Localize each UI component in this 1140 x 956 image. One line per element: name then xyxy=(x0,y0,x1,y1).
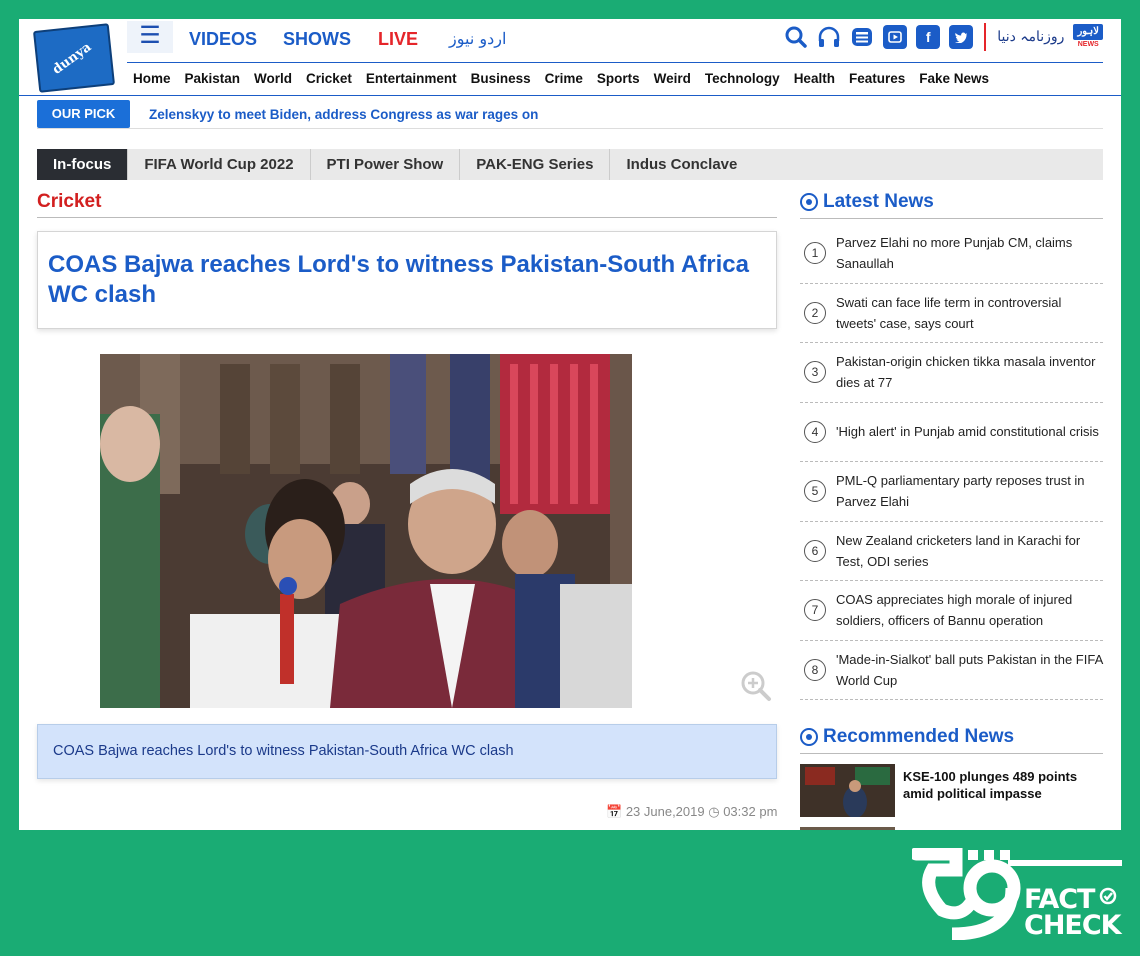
section-title[interactable]: Cricket xyxy=(37,191,101,213)
headphones-icon[interactable] xyxy=(817,25,841,49)
clock-icon: ◷ xyxy=(708,804,720,819)
tab-pti-power-show[interactable]: PTI Power Show xyxy=(311,149,461,180)
item-text: PML-Q parliamentary party reposes trust … xyxy=(836,473,1085,510)
target-icon xyxy=(800,193,818,211)
list-item[interactable]: 5 PML-Q parliamentary party reposes trust… xyxy=(800,462,1103,522)
item-number: 8 xyxy=(804,658,826,681)
nav-features[interactable]: Features xyxy=(849,71,905,86)
recommended-news-heading: Recommended News xyxy=(800,726,1014,748)
recommended-title: KSE-100 plunges 489 points amid politica… xyxy=(903,769,1078,801)
nav-entertainment[interactable]: Entertainment xyxy=(366,71,457,86)
hamburger-icon[interactable]: ☰ xyxy=(127,21,173,53)
item-number: 3 xyxy=(804,361,826,384)
item-number: 7 xyxy=(804,599,826,622)
item-text: Swati can face life term in controversia… xyxy=(836,294,1062,331)
focus-tabs: In-focus FIFA World Cup 2022 PTI Power S… xyxy=(37,149,1103,180)
item-text: Parvez Elahi no more Punjab CM, claims S… xyxy=(836,235,1073,272)
item-number: 5 xyxy=(804,480,826,503)
fact-check-watermark: 69 FACT CHECK xyxy=(909,847,1122,941)
item-number: 2 xyxy=(804,301,826,324)
article-photo[interactable] xyxy=(100,354,632,708)
nav-fake-news[interactable]: Fake News xyxy=(919,71,989,86)
latest-news-list: 1 Parvez Elahi no more Punjab CM, claims … xyxy=(800,224,1103,700)
facebook-icon[interactable]: f xyxy=(916,25,941,49)
newspaper-icon[interactable] xyxy=(850,25,874,49)
search-icon[interactable] xyxy=(784,25,808,49)
list-item[interactable]: 6 New Zealand cricketers land in Karachi … xyxy=(800,522,1103,581)
main-nav: Home Pakistan World Cricket Entertainmen… xyxy=(133,71,989,86)
item-text: Pakistan-origin chicken tikka masala inv… xyxy=(836,354,1096,391)
list-item[interactable]: 4 'High alert' in Punjab amid constitutio… xyxy=(800,403,1103,462)
nav-pakistan[interactable]: Pakistan xyxy=(185,71,241,86)
list-item[interactable]: 3 Pakistan-origin chicken tikka masala in… xyxy=(800,343,1103,403)
nav-crime[interactable]: Crime xyxy=(545,71,583,86)
nav-shows[interactable]: SHOWS xyxy=(283,29,351,50)
our-pick-link[interactable]: Zelenskyy to meet Biden, address Congres… xyxy=(149,107,538,122)
site-logo[interactable]: dunya xyxy=(32,23,116,93)
item-text: COAS appreciates high morale of injured … xyxy=(836,592,1073,629)
nav-sports[interactable]: Sports xyxy=(597,71,640,86)
lahore-brand-news: NEWS xyxy=(1077,41,1099,48)
tab-indus-conclave[interactable]: Indus Conclave xyxy=(610,149,753,180)
fact-check-number: 69 xyxy=(912,848,913,849)
recommended-news-title: Recommended News xyxy=(823,726,1015,747)
list-item[interactable]: 7 COAS appreciates high morale of injured… xyxy=(800,581,1103,641)
lahore-brand-label: لاہور xyxy=(1073,24,1103,40)
header-divider xyxy=(984,23,987,51)
nav-health[interactable]: Health xyxy=(794,71,835,86)
youtube-icon[interactable] xyxy=(883,25,908,49)
zoom-icon[interactable] xyxy=(739,669,773,703)
item-number: 4 xyxy=(804,420,826,443)
list-item[interactable]: 2 Swati can face life term in controversi… xyxy=(800,284,1103,343)
nav-cricket[interactable]: Cricket xyxy=(306,71,352,86)
article-timestamp: 📅 23 June,2019 ◷ 03:32 pm xyxy=(606,804,777,820)
nav-weird[interactable]: Weird xyxy=(654,71,691,86)
nav-live[interactable]: LIVE xyxy=(378,29,418,50)
header-icons: f روزنامہ دنیا لاہور NEWS xyxy=(784,23,1103,51)
roznama-dunya-brand[interactable]: روزنامہ دنیا xyxy=(997,29,1064,45)
nav-business[interactable]: Business xyxy=(471,71,531,86)
twitter-icon[interactable] xyxy=(949,25,974,49)
header-bottom-border xyxy=(19,95,1121,96)
recommended-divider xyxy=(800,753,1103,754)
item-text: New Zealand cricketers land in Karachi f… xyxy=(836,532,1081,569)
recommended-item[interactable]: KSE-100 plunges 489 points amid politica… xyxy=(800,764,1098,818)
item-number: 6 xyxy=(804,539,826,562)
tab-fifa-world-cup[interactable]: FIFA World Cup 2022 xyxy=(128,149,311,180)
item-number: 1 xyxy=(804,242,826,265)
article-date: 23 June,2019 xyxy=(625,804,705,819)
latest-news-heading: Latest News xyxy=(800,191,934,213)
article-headline-box: COAS Bajwa reaches Lord's to witness Pak… xyxy=(37,231,777,329)
latest-news-divider xyxy=(800,218,1103,219)
nav-world[interactable]: World xyxy=(254,71,292,86)
section-divider xyxy=(37,217,777,218)
list-item[interactable]: 8 'Made-in-Sialkot' ball puts Pakistan in… xyxy=(800,641,1103,700)
nav-urdu-news[interactable]: اردو نیوز xyxy=(449,29,506,48)
article-time: 03:32 pm xyxy=(723,804,778,819)
calendar-icon: 📅 xyxy=(606,804,623,819)
pick-divider xyxy=(37,128,1103,129)
recommended-thumbnail xyxy=(800,764,895,818)
item-text: 'Made-in-Sialkot' ball puts Pakistan in … xyxy=(836,651,1103,688)
item-text: 'High alert' in Punjab amid constitution… xyxy=(836,424,1099,440)
photo-caption: COAS Bajwa reaches Lord's to witness Pak… xyxy=(37,724,777,779)
target-icon xyxy=(800,728,818,746)
logo-text: dunya xyxy=(49,39,95,78)
article-title: COAS Bajwa reaches Lord's to witness Pak… xyxy=(48,251,750,308)
nav-videos[interactable]: VIDEOS xyxy=(189,29,257,50)
list-item[interactable]: 1 Parvez Elahi no more Punjab CM, claims … xyxy=(800,224,1103,284)
check-label: CHECK xyxy=(1024,910,1122,941)
tab-pak-eng-series[interactable]: PAK-ENG Series xyxy=(460,149,611,180)
latest-news-title: Latest News xyxy=(823,191,934,212)
nav-technology[interactable]: Technology xyxy=(705,71,780,86)
news-page: dunya ☰ VIDEOS SHOWS LIVE اردو نیوز f رو… xyxy=(19,19,1121,830)
caption-text: COAS Bajwa reaches Lord's to witness Pak… xyxy=(53,743,514,759)
top-bar: ☰ VIDEOS SHOWS LIVE اردو نیوز f روزنامہ … xyxy=(127,21,1103,61)
our-pick-badge: OUR PICK xyxy=(37,100,130,128)
lahore-news-brand[interactable]: لاہور NEWS xyxy=(1073,24,1103,50)
nav-divider xyxy=(127,62,1103,63)
tab-in-focus[interactable]: In-focus xyxy=(37,149,129,180)
recommended-thumbnail-partial xyxy=(800,827,895,830)
nav-home[interactable]: Home xyxy=(133,71,171,86)
